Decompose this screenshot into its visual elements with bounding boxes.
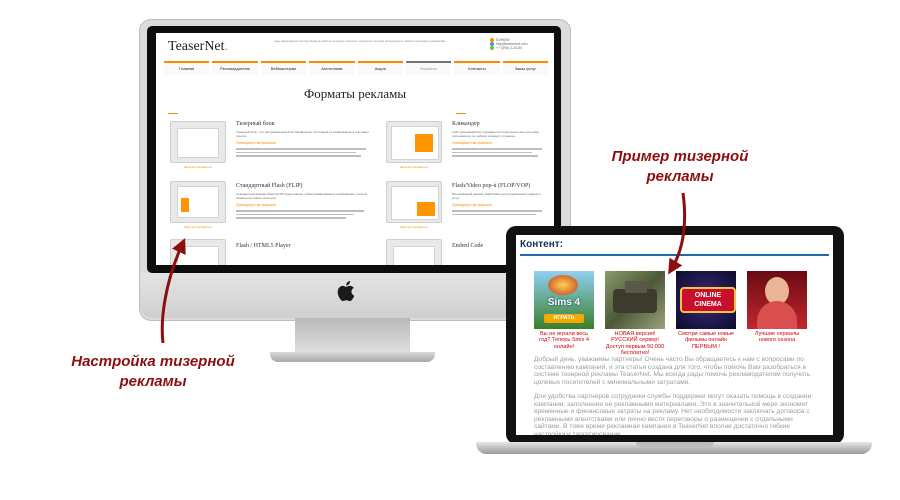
arrow-to-laptop-teasers xyxy=(668,192,687,275)
arrow-to-imac-formats xyxy=(160,238,186,344)
callout-arrows xyxy=(160,192,687,344)
